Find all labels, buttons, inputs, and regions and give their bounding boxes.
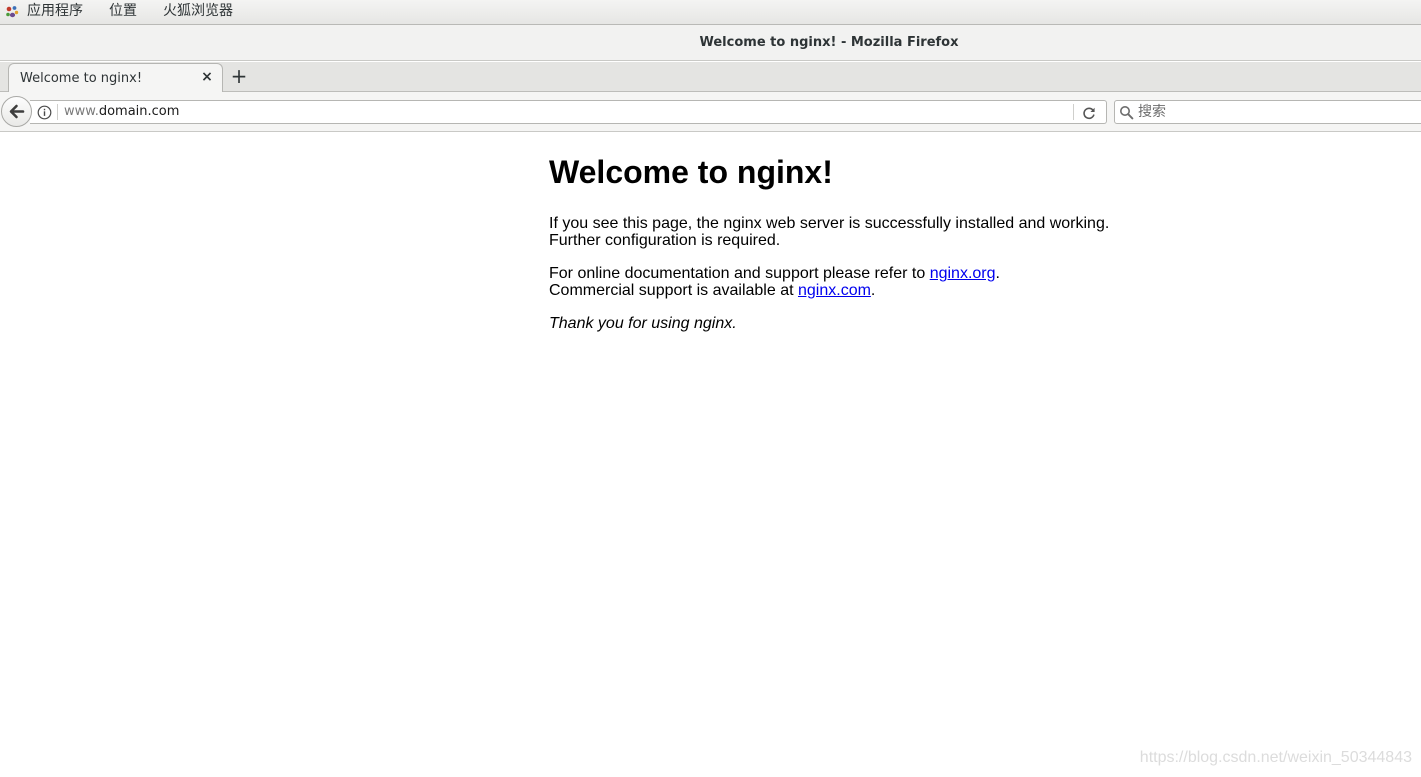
- navigation-toolbar: www.domain.com 搜索: [0, 92, 1421, 132]
- window-title-bar: Welcome to nginx! - Mozilla Firefox: [0, 25, 1421, 61]
- page-content: Welcome to nginx! If you see this page, …: [549, 133, 1189, 332]
- search-placeholder: 搜索: [1138, 104, 1166, 120]
- support-paragraph: For online documentation and support ple…: [549, 265, 1189, 299]
- url-separator: [57, 104, 58, 120]
- intro-line-1: If you see this page, the nginx web serv…: [549, 215, 1110, 232]
- nginx-org-link[interactable]: nginx.org: [930, 265, 996, 282]
- docs-text: For online documentation and support ple…: [549, 265, 930, 282]
- window-title: Welcome to nginx! - Mozilla Firefox: [699, 35, 959, 50]
- url-text[interactable]: www.domain.com: [64, 104, 179, 120]
- url-prefix: www.: [64, 104, 99, 119]
- search-bar[interactable]: 搜索: [1114, 100, 1421, 124]
- back-arrow-icon: [9, 104, 25, 119]
- intro-line-2: Further configuration is required.: [549, 232, 781, 249]
- close-tab-icon[interactable]: ×: [200, 69, 214, 85]
- gnome-top-bar: 应用程序 位置 火狐浏览器: [0, 0, 1421, 25]
- url-domain: domain.com: [98, 104, 180, 119]
- firefox-app-menu[interactable]: 火狐浏览器: [163, 2, 233, 22]
- search-icon: [1119, 105, 1134, 120]
- thanks-text: Thank you for using nginx.: [549, 315, 737, 332]
- docs-period: .: [995, 265, 1000, 282]
- new-tab-button[interactable]: +: [230, 66, 248, 86]
- thanks-paragraph: Thank you for using nginx.: [549, 315, 1189, 332]
- tab-strip: Welcome to nginx! × +: [0, 62, 1421, 93]
- applications-menu[interactable]: 应用程序: [27, 2, 83, 22]
- commercial-text: Commercial support is available at: [549, 282, 798, 299]
- nginx-com-link[interactable]: nginx.com: [798, 282, 871, 299]
- reload-separator: [1073, 104, 1074, 120]
- url-bar[interactable]: www.domain.com: [30, 100, 1107, 124]
- back-button[interactable]: [1, 96, 32, 127]
- page-heading: Welcome to nginx!: [549, 154, 833, 190]
- places-menu[interactable]: 位置: [109, 2, 137, 22]
- reload-icon[interactable]: [1081, 105, 1097, 121]
- intro-paragraph: If you see this page, the nginx web serv…: [549, 215, 1189, 249]
- site-info-icon[interactable]: [37, 105, 52, 120]
- commercial-period: .: [870, 282, 876, 299]
- tab-welcome-to-nginx[interactable]: Welcome to nginx! ×: [8, 63, 223, 93]
- tab-label: Welcome to nginx!: [20, 71, 143, 86]
- watermark: https://blog.csdn.net/weixin_50344843: [1139, 749, 1412, 766]
- gnome-foot-icon: [4, 4, 20, 20]
